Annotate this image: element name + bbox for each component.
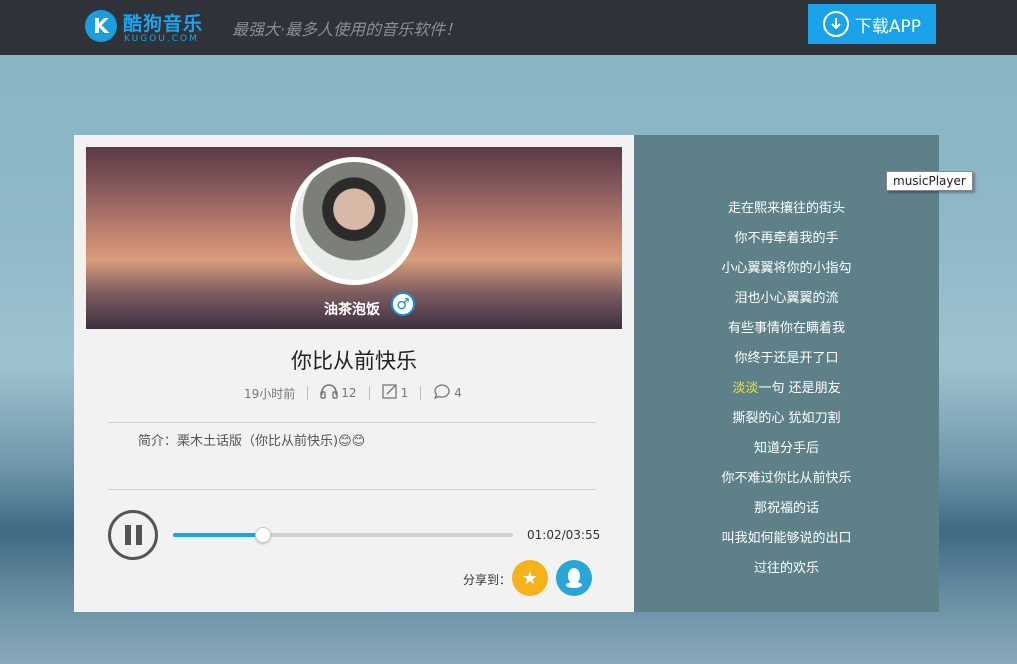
lyric-line: 你不难过你比从前快乐 xyxy=(721,471,852,486)
download-icon xyxy=(822,11,849,37)
share-count-icon xyxy=(381,383,398,403)
time-display: 01:02/03:55 xyxy=(527,528,601,542)
meta-divider xyxy=(307,386,309,400)
lyric-highlight: 淡淡 xyxy=(732,381,759,396)
lyric-line: 有些事情你在瞒着我 xyxy=(727,321,845,336)
song-card: 油茶泡饭 ♂ 你比从前快乐 19小时前 12 1 4 简介：栗木土话版（你比从前… xyxy=(74,135,634,612)
logo-text: 酷狗音乐 xyxy=(123,13,204,35)
share-qzone-button[interactable]: ★ xyxy=(512,560,548,596)
kugou-logo-icon: K xyxy=(85,10,117,42)
lyrics-panel: 走在熙来攘往的街头 你不再牵着我的手 小心翼翼将你的小指勾 泪也小心翼翼的流 有些事情你… xyxy=(634,135,939,612)
lyric-line: 小心翼翼将你的小指勾 xyxy=(721,261,852,276)
divider xyxy=(108,489,596,490)
lyric-line: 知道分手后 xyxy=(753,441,819,456)
share-qq-button[interactable] xyxy=(556,560,592,596)
lyric-line: 那祝福的话 xyxy=(753,501,819,516)
song-intro: 简介：栗木土话版（你比从前快乐)😊😊 xyxy=(138,434,366,449)
comment-count: 4 xyxy=(454,386,462,400)
pause-button[interactable] xyxy=(108,510,158,560)
lyric-line: 你不再牵着我的手 xyxy=(734,231,839,246)
pause-icon-bar xyxy=(124,525,131,545)
lyrics-list: 走在熙来攘往的街头 你不再牵着我的手 小心翼翼将你的小指勾 泪也小心翼翼的流 有些事情你… xyxy=(634,197,939,587)
star-icon: ★ xyxy=(521,567,539,589)
meta-divider xyxy=(368,386,370,400)
top-bar: K 酷狗音乐 KUGOU.COM 最强大·最多人使用的音乐软件！ 下载APP xyxy=(0,0,1017,55)
profile-banner: 油茶泡饭 ♂ xyxy=(86,147,622,329)
time-ago: 19小时前 xyxy=(244,386,296,401)
lyric-line: 泪也小心翼翼的流 xyxy=(734,291,839,306)
pause-icon-bar xyxy=(135,525,142,545)
headphones-icon xyxy=(320,383,338,403)
meta-divider xyxy=(420,386,422,400)
lyric-line: 过往的欢乐 xyxy=(753,561,819,576)
song-meta: 19小时前 12 1 4 xyxy=(244,383,462,403)
logo-subtext: KUGOU.COM xyxy=(124,34,199,44)
lyric-line: 叫我如何能够说的出口 xyxy=(721,531,852,546)
download-app-label: 下载APP xyxy=(854,16,922,37)
progress-bar[interactable] xyxy=(173,527,513,543)
slogan: 最强大·最多人使用的音乐软件！ xyxy=(232,20,462,39)
listen-count: 12 xyxy=(341,386,357,400)
music-player-tooltip: musicPlayer xyxy=(886,171,973,191)
song-title: 你比从前快乐 xyxy=(291,349,417,373)
avatar[interactable] xyxy=(290,157,418,285)
lyric-line: 撕裂的心 犹如刀割 xyxy=(732,411,841,426)
male-gender-icon: ♂ xyxy=(391,292,415,316)
progress-handle[interactable] xyxy=(255,527,272,543)
username[interactable]: 油茶泡饭 xyxy=(324,299,380,319)
comment-icon xyxy=(433,383,451,403)
download-app-button[interactable]: 下载APP xyxy=(808,4,936,44)
divider xyxy=(108,422,596,423)
progress-fill xyxy=(173,533,264,537)
lyric-line: 你终于还是开了口 xyxy=(734,351,839,366)
lyric-line: 淡淡一句 还是朋友 xyxy=(732,381,841,396)
kugou-logo[interactable]: K 酷狗音乐 KUGOU.COM xyxy=(85,8,215,48)
lyric-line: 走在熙来攘往的街头 xyxy=(727,201,845,216)
share-count: 1 xyxy=(400,386,409,400)
qq-penguin-icon xyxy=(566,568,582,588)
share-label: 分享到： xyxy=(463,573,512,587)
